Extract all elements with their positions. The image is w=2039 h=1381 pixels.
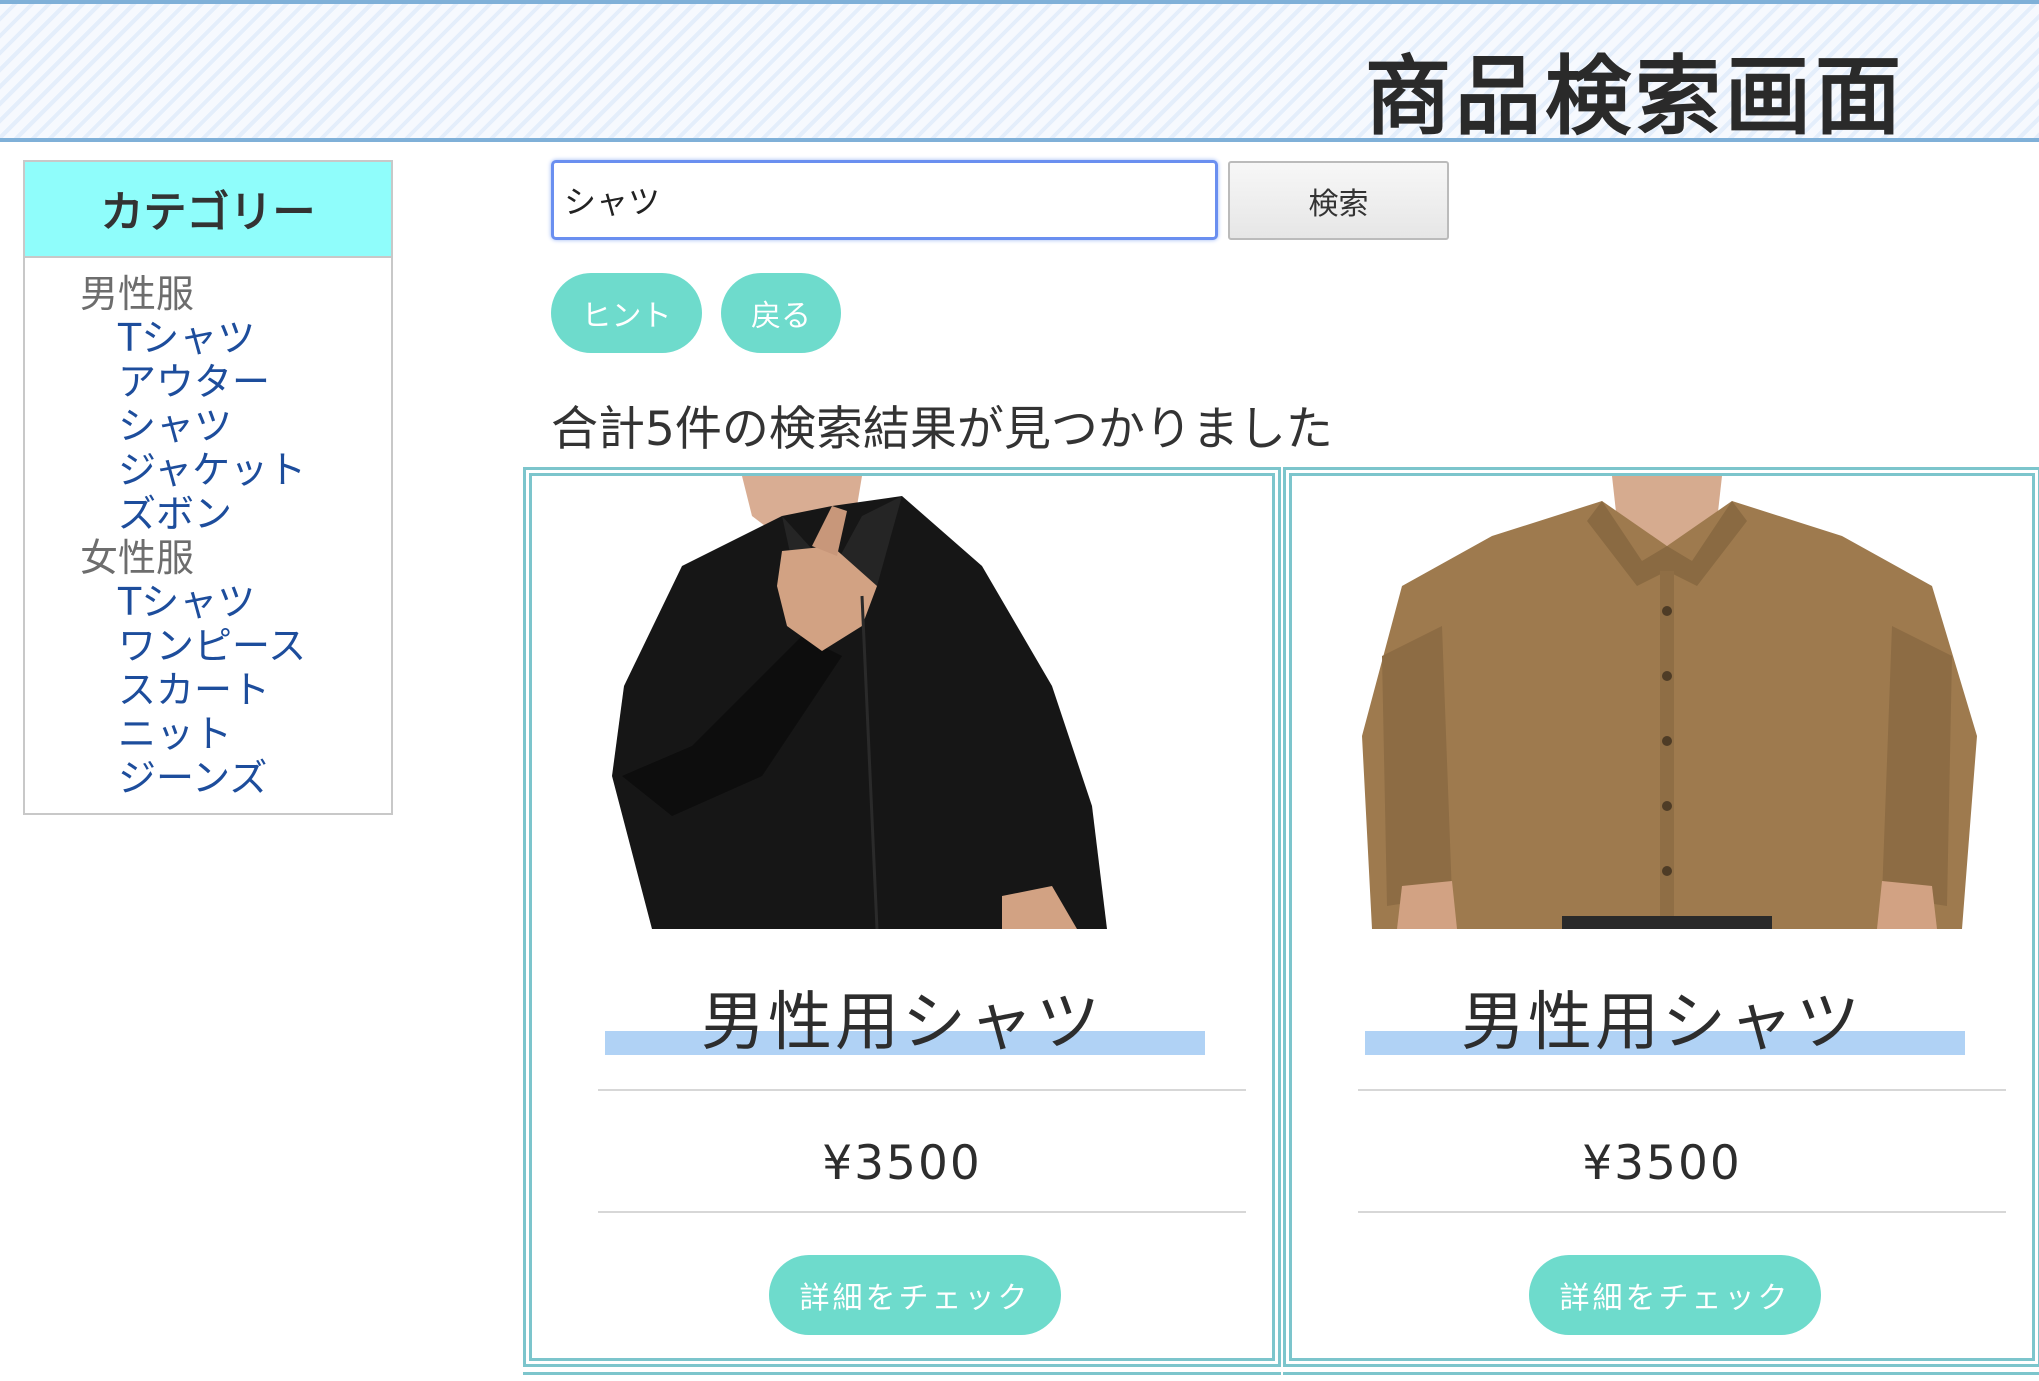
- category-link-mens-shirt[interactable]: シャツ: [80, 404, 391, 448]
- hint-button[interactable]: ヒント: [551, 273, 702, 353]
- category-link-womens-tshirt[interactable]: Tシャツ: [80, 580, 391, 624]
- card-divider: [1358, 1211, 2006, 1213]
- next-product-card-edge: [1283, 1372, 2039, 1381]
- category-group-mens: 男性服: [80, 272, 195, 316]
- category-list: 男性服 Tシャツ アウター シャツ ジャケット ズボン 女性服 Tシャツ ワンピ…: [25, 258, 391, 800]
- brown-shirt-illustration: [1292, 476, 2032, 929]
- card-divider: [598, 1211, 1246, 1213]
- back-button[interactable]: 戻る: [721, 273, 841, 353]
- product-image-black-shirt[interactable]: [532, 476, 1272, 929]
- result-count-text: 合計5件の検索結果が見つかりました: [551, 402, 1333, 457]
- page-header: 商品検索画面: [0, 0, 2039, 147]
- product-name: 男性用シャツ: [701, 986, 1103, 1060]
- detail-button[interactable]: 詳細をチェック: [769, 1255, 1061, 1335]
- page-title: 商品検索画面: [1365, 47, 1905, 147]
- product-name: 男性用シャツ: [1461, 986, 1863, 1060]
- category-group-womens: 女性服: [80, 536, 195, 580]
- search-input[interactable]: [551, 160, 1218, 240]
- category-link-mens-tshirt[interactable]: Tシャツ: [80, 316, 391, 360]
- category-link-womens-jeans[interactable]: ジーンズ: [80, 756, 391, 800]
- product-image-brown-shirt[interactable]: [1292, 476, 2032, 929]
- category-sidebar: カテゴリー 男性服 Tシャツ アウター シャツ ジャケット ズボン 女性服 Tシ…: [23, 160, 393, 815]
- product-card: 男性用シャツ ¥3500 詳細をチェック: [1283, 467, 2039, 1367]
- card-divider: [598, 1089, 1246, 1091]
- product-price: ¥3500: [1582, 1136, 1742, 1191]
- category-link-mens-outer[interactable]: アウター: [80, 360, 391, 404]
- product-card: 男性用シャツ ¥3500 詳細をチェック: [523, 467, 1281, 1367]
- category-link-mens-jacket[interactable]: ジャケット: [80, 448, 391, 492]
- category-link-womens-skirt[interactable]: スカート: [80, 668, 391, 712]
- card-divider: [1358, 1089, 2006, 1091]
- product-price: ¥3500: [822, 1136, 982, 1191]
- next-product-card-edge: [523, 1372, 1281, 1381]
- category-link-womens-knit[interactable]: ニット: [80, 712, 391, 756]
- category-link-womens-dress[interactable]: ワンピース: [80, 624, 391, 668]
- detail-button[interactable]: 詳細をチェック: [1529, 1255, 1821, 1335]
- black-shirt-illustration: [532, 476, 1272, 929]
- category-link-mens-pants[interactable]: ズボン: [80, 492, 391, 536]
- search-button[interactable]: 検索: [1228, 161, 1449, 240]
- category-heading: カテゴリー: [25, 162, 391, 258]
